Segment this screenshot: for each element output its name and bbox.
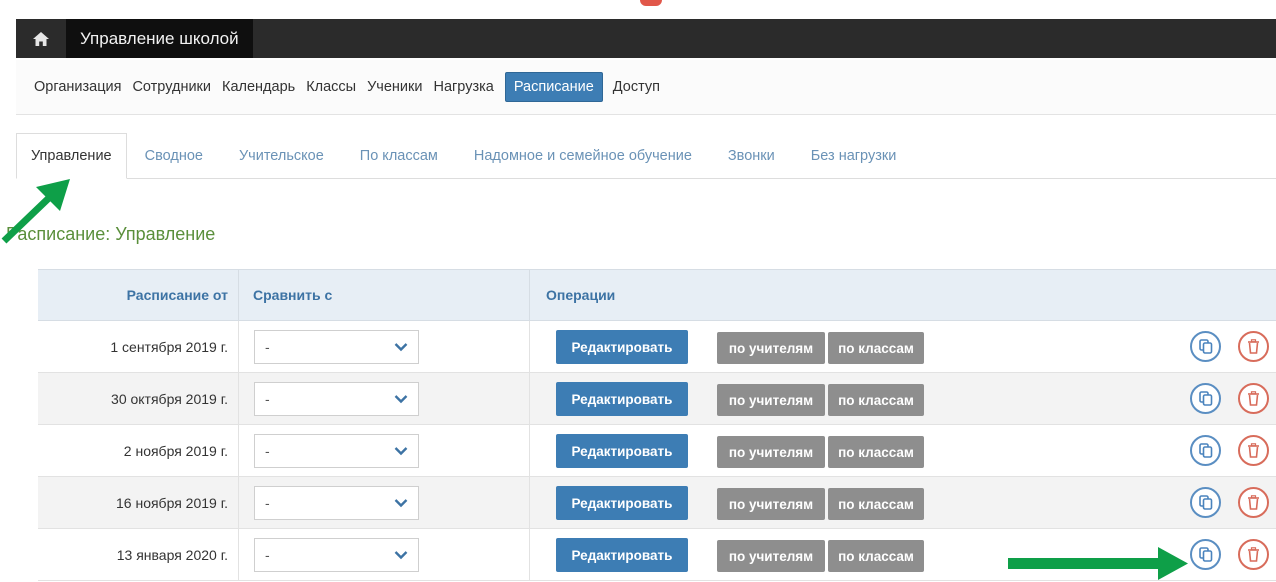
nav-item-5[interactable]: Нагрузка: [433, 74, 493, 100]
trash-icon: [1248, 391, 1259, 406]
nav-item-6[interactable]: Расписание: [504, 72, 603, 102]
compare-select-value: -: [265, 338, 270, 355]
edit-button[interactable]: Редактировать: [556, 538, 688, 572]
home-button[interactable]: [16, 19, 66, 58]
schedule-date: 16 ноября 2019 г.: [38, 477, 239, 528]
table-row: 13 января 2020 г. - Редактировать по учител…: [38, 529, 1276, 581]
app-title[interactable]: Управление школой: [66, 19, 253, 58]
tab-2[interactable]: Учительское: [221, 133, 342, 178]
by-teachers-button[interactable]: по учителям: [717, 488, 825, 520]
nav-item-1[interactable]: Сотрудники: [132, 74, 211, 100]
operations-cell: Редактировать по учителям по классам: [530, 529, 1276, 580]
trash-icon: [1248, 495, 1259, 510]
by-classes-button[interactable]: по классам: [828, 436, 924, 468]
table-header: Расписание от Сравнить с Операции: [38, 269, 1276, 321]
edit-button[interactable]: Редактировать: [556, 486, 688, 520]
compare-select-value: -: [265, 442, 270, 459]
tab-5[interactable]: Звонки: [710, 133, 793, 178]
tab-3[interactable]: По классам: [342, 133, 456, 178]
table-row: 2 ноября 2019 г. - Редактировать по учителя…: [38, 425, 1276, 477]
delete-button[interactable]: [1238, 539, 1269, 570]
trash-icon: [1248, 339, 1259, 354]
compare-select-value: -: [265, 494, 270, 511]
nav-item-0[interactable]: Организация: [34, 74, 121, 100]
schedule-date: 1 сентября 2019 г.: [38, 321, 239, 372]
table-row: 16 ноября 2019 г. - Редактировать по учител…: [38, 477, 1276, 529]
header-compare-with: Сравнить с: [239, 270, 530, 320]
nav-item-7[interactable]: Доступ: [613, 74, 660, 100]
copy-icon: [1198, 495, 1212, 510]
edit-button[interactable]: Редактировать: [556, 330, 688, 364]
by-teachers-button[interactable]: по учителям: [717, 436, 825, 468]
operations-cell: Редактировать по учителям по классам: [530, 373, 1276, 424]
delete-button[interactable]: [1238, 383, 1269, 414]
copy-button[interactable]: [1190, 331, 1221, 362]
by-teachers-button[interactable]: по учителям: [717, 384, 825, 416]
delete-button[interactable]: [1238, 331, 1269, 362]
header-schedule-from: Расписание от: [38, 270, 239, 320]
tabs-bar: Управление Сводное Учительское По классам На…: [16, 133, 1276, 179]
chevron-down-icon: [394, 394, 408, 403]
home-icon: [33, 31, 49, 46]
copy-icon: [1198, 443, 1212, 458]
page-title: Расписание: Управление: [6, 224, 216, 244]
schedule-date: 30 октября 2019 г.: [38, 373, 239, 424]
compare-select[interactable]: -: [254, 433, 419, 468]
tab-1[interactable]: Сводное: [127, 133, 221, 178]
header-operations: Операции: [546, 287, 616, 303]
by-teachers-button[interactable]: по учителям: [717, 332, 825, 364]
decorative-red-mark: [640, 0, 662, 6]
operations-cell: Редактировать по учителям по классам: [530, 425, 1276, 476]
table-row: 30 октября 2019 г. - Редактировать по учите…: [38, 373, 1276, 425]
edit-button[interactable]: Редактировать: [556, 382, 688, 416]
by-classes-button[interactable]: по классам: [828, 384, 924, 416]
top-bar: Управление школой: [16, 19, 1276, 58]
compare-select[interactable]: -: [254, 485, 419, 520]
copy-button[interactable]: [1190, 487, 1221, 518]
compare-select-value: -: [265, 546, 270, 563]
chevron-down-icon: [394, 446, 408, 455]
tab-6[interactable]: Без нагрузки: [793, 133, 915, 178]
nav-item-2[interactable]: Календарь: [222, 74, 295, 100]
copy-button[interactable]: [1190, 539, 1221, 570]
schedule-date: 2 ноября 2019 г.: [38, 425, 239, 476]
compare-select[interactable]: -: [254, 329, 419, 364]
compare-cell: -: [239, 321, 530, 372]
operations-cell: Редактировать по учителям по классам: [530, 321, 1276, 372]
delete-button[interactable]: [1238, 435, 1269, 466]
tab-0[interactable]: Управление: [16, 133, 127, 179]
compare-cell: -: [239, 529, 530, 580]
compare-select[interactable]: -: [254, 381, 419, 416]
chevron-down-icon: [394, 550, 408, 559]
nav-item-4[interactable]: Ученики: [367, 74, 422, 100]
tab-4[interactable]: Надомное и семейное обучение: [456, 133, 710, 178]
delete-button[interactable]: [1238, 487, 1269, 518]
copy-icon: [1198, 339, 1212, 354]
schedule-table: Расписание от Сравнить с Операции 1 сент…: [38, 269, 1276, 581]
copy-icon: [1198, 391, 1212, 406]
by-teachers-button[interactable]: по учителям: [717, 540, 825, 572]
trash-icon: [1248, 547, 1259, 562]
copy-icon: [1198, 547, 1212, 562]
by-classes-button[interactable]: по классам: [828, 488, 924, 520]
chevron-down-icon: [394, 498, 408, 507]
trash-icon: [1248, 443, 1259, 458]
table-body: 1 сентября 2019 г. - Редактировать по учите…: [38, 321, 1276, 581]
schedule-date: 13 января 2020 г.: [38, 529, 239, 580]
chevron-down-icon: [394, 342, 408, 351]
copy-button[interactable]: [1190, 383, 1221, 414]
copy-button[interactable]: [1190, 435, 1221, 466]
edit-button[interactable]: Редактировать: [556, 434, 688, 468]
main-nav: Организация Сотрудники Календарь Классы Учен…: [16, 60, 1276, 115]
compare-cell: -: [239, 477, 530, 528]
by-classes-button[interactable]: по классам: [828, 540, 924, 572]
by-classes-button[interactable]: по классам: [828, 332, 924, 364]
table-row: 1 сентября 2019 г. - Редактировать по учите…: [38, 321, 1276, 373]
compare-select[interactable]: -: [254, 537, 419, 572]
operations-cell: Редактировать по учителям по классам: [530, 477, 1276, 528]
nav-item-3[interactable]: Классы: [306, 74, 356, 100]
compare-cell: -: [239, 425, 530, 476]
compare-select-value: -: [265, 390, 270, 407]
compare-cell: -: [239, 373, 530, 424]
